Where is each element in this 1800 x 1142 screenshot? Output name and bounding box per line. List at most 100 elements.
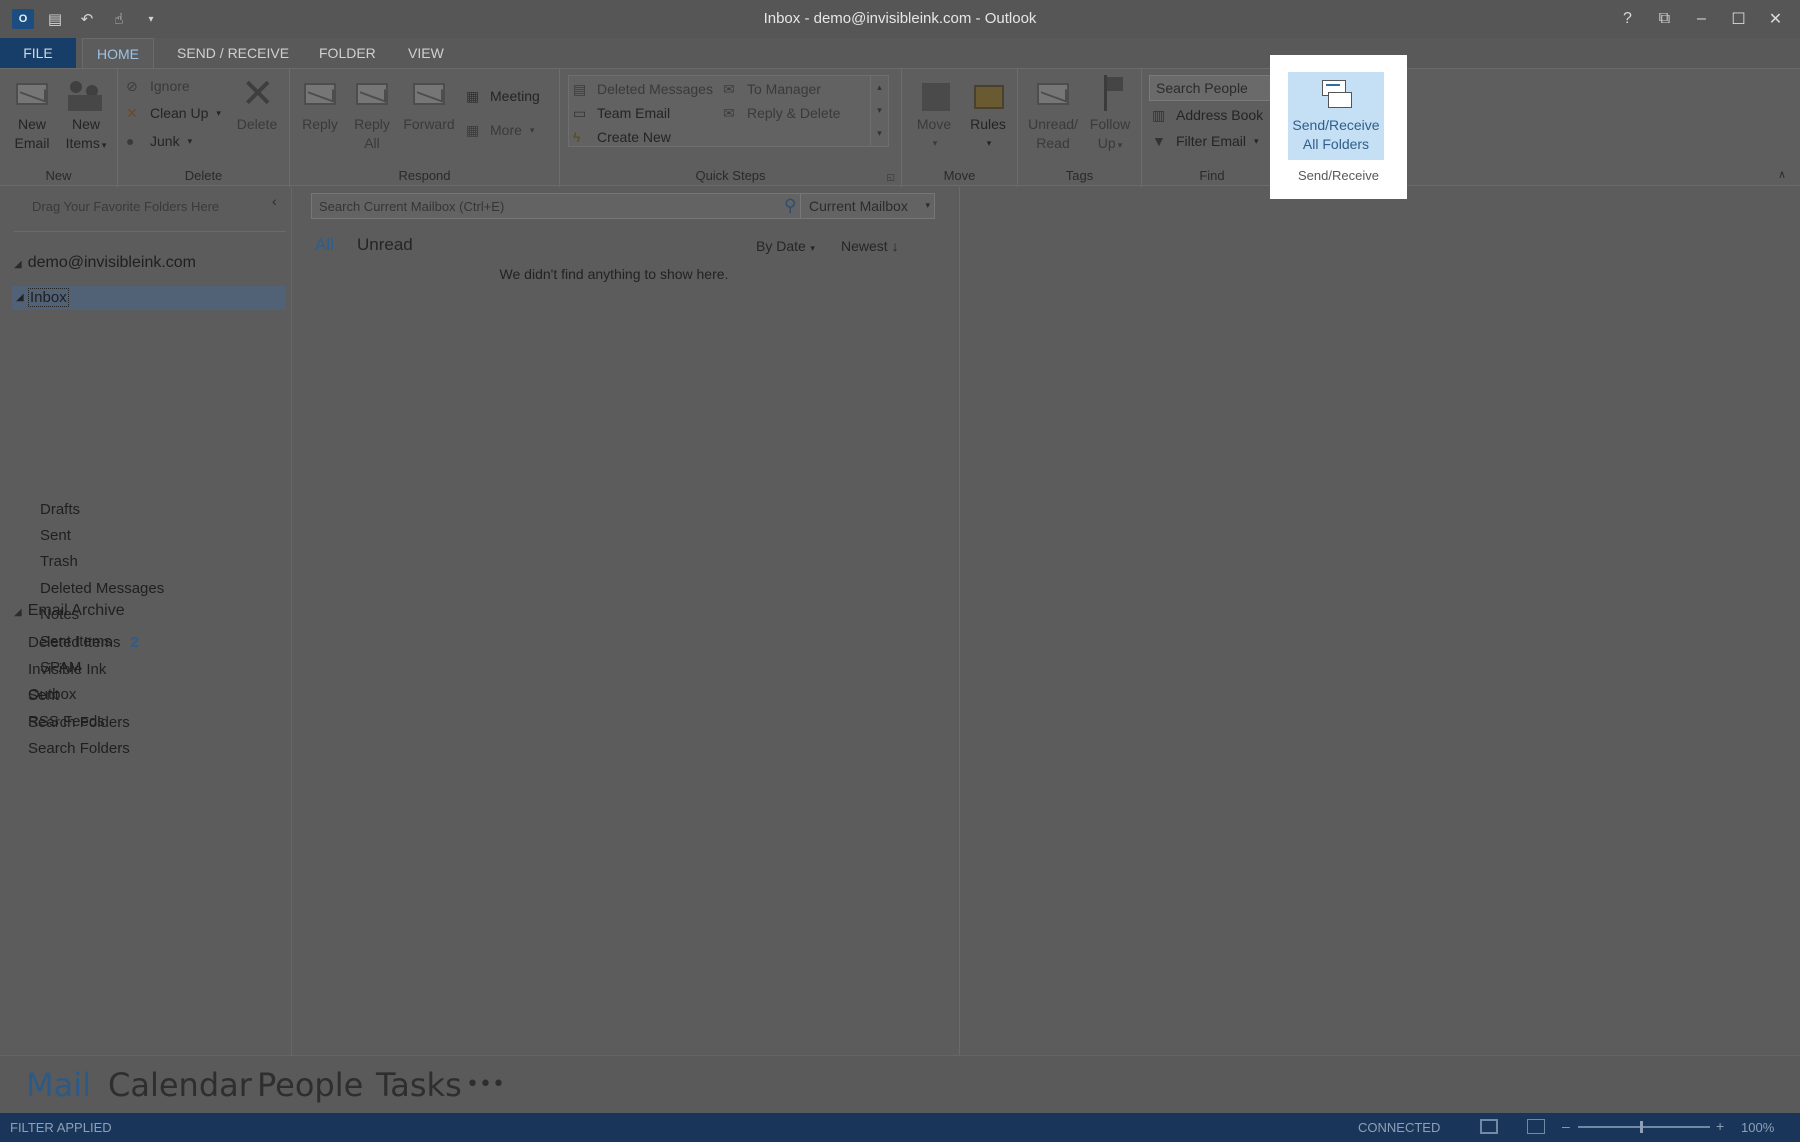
tab-view[interactable]: VIEW xyxy=(394,38,458,68)
filter-email-label: Filter Email xyxy=(1176,133,1247,149)
ignore-icon: ⊘ xyxy=(126,78,138,94)
filter-email-button[interactable]: ▼ Filter Email ▾ xyxy=(1152,130,1259,152)
address-book-button[interactable]: ▥ Address Book xyxy=(1152,104,1263,126)
folder-drafts[interactable]: Drafts xyxy=(40,501,80,518)
archive-folder-invisible-ink[interactable]: Invisible Ink xyxy=(28,661,106,678)
archive-folder-sent-label: Sent xyxy=(28,687,59,704)
reply-icon xyxy=(300,75,340,113)
search-scope-dropdown[interactable]: Current Mailbox ▾ xyxy=(800,194,936,218)
qs-reply-delete[interactable]: ✉ Reply & Delete xyxy=(723,102,840,124)
address-book-label: Address Book xyxy=(1176,107,1264,123)
sort-by-date[interactable]: By Date ▾ xyxy=(756,238,815,254)
search-icon[interactable]: ⚲ xyxy=(784,196,796,216)
more-respond-button[interactable]: ▦ More ▾ xyxy=(466,119,534,141)
qs-team-email[interactable]: ▭ Team Email xyxy=(573,102,670,124)
junk-button[interactable]: ● Junk ▾ xyxy=(126,130,192,152)
ribbon-display-options-icon[interactable]: ⧉ xyxy=(1646,6,1683,32)
forward-button[interactable]: Forward xyxy=(398,75,460,134)
archive-folder-search-folders[interactable]: Search Folders xyxy=(28,714,130,731)
folder-trash[interactable]: Trash xyxy=(40,553,78,570)
help-icon[interactable]: ? xyxy=(1609,6,1646,32)
tab-send-receive[interactable]: SEND / RECEIVE xyxy=(163,38,303,68)
nav-more-icon[interactable]: ••• xyxy=(466,1072,505,1097)
delete-button[interactable]: ✕ Delete xyxy=(230,72,284,134)
address-book-icon: ▥ xyxy=(1152,107,1166,123)
zoom-level[interactable]: 100% xyxy=(1741,1120,1774,1135)
minimize-icon[interactable]: – xyxy=(1683,6,1720,32)
maximize-icon[interactable]: ☐ xyxy=(1720,6,1757,32)
status-bar: FILTER APPLIED CONNECTED – + 100% xyxy=(0,1113,1800,1142)
new-email-button[interactable]: New Email xyxy=(6,75,58,153)
ignore-button[interactable]: ⊘ Ignore xyxy=(126,75,190,97)
zoom-slider[interactable] xyxy=(1578,1126,1710,1128)
unread-read-button[interactable]: Unread/ Read xyxy=(1022,75,1084,153)
follow-up-label-1: Follow xyxy=(1089,116,1131,132)
nav-tasks[interactable]: Tasks xyxy=(376,1066,462,1104)
qs-to-manager[interactable]: ✉ To Manager xyxy=(723,78,821,100)
sort-by-label: By Date xyxy=(756,238,806,254)
send-receive-all-folders-button[interactable]: Send/Receive All Folders xyxy=(1288,72,1384,160)
group-send-receive-label: Send/Receive xyxy=(1298,168,1379,183)
reply-button[interactable]: Reply xyxy=(294,75,346,134)
zoom-in-icon[interactable]: + xyxy=(1716,1118,1724,1134)
collapse-ribbon-icon[interactable]: ∧ xyxy=(1778,168,1786,181)
folder-sent[interactable]: Sent xyxy=(40,527,71,544)
nav-people[interactable]: People xyxy=(257,1066,363,1104)
qs-deleted-messages[interactable]: ▤ Deleted Messages xyxy=(573,78,713,100)
search-people-input[interactable]: Search People xyxy=(1149,75,1277,101)
move-button[interactable]: Move ▾ xyxy=(908,75,960,153)
new-items-button[interactable]: New Items ▾ xyxy=(60,75,112,155)
group-find-label: Find xyxy=(1199,168,1225,183)
zoom-slider-thumb[interactable] xyxy=(1640,1121,1643,1133)
archive-folder-deleted-items[interactable]: Deleted Items 2 xyxy=(28,634,139,651)
zoom-out-icon[interactable]: – xyxy=(1562,1118,1570,1134)
search-mailbox-field[interactable]: Search Current Mailbox (Ctrl+E) ⚲ Curren… xyxy=(311,193,935,219)
folder-inbox[interactable]: ◢ Inbox xyxy=(12,286,286,310)
archive-folder-search-folders-label: Search Folders xyxy=(28,714,130,731)
lightning-icon: ϟ xyxy=(573,129,581,145)
tab-folder[interactable]: FOLDER xyxy=(305,38,390,68)
normal-view-icon[interactable] xyxy=(1480,1119,1498,1134)
junk-label: Junk xyxy=(150,133,180,149)
rules-button[interactable]: Rules ▾ xyxy=(962,75,1014,153)
more-respond-icon: ▦ xyxy=(466,122,480,138)
archive-folder-sent[interactable]: Sent xyxy=(28,687,59,704)
sort-order[interactable]: Newest ↓ xyxy=(841,238,899,254)
account-email-archive[interactable]: ◢ Email Archive xyxy=(14,602,125,620)
nav-mail[interactable]: Mail xyxy=(26,1066,91,1104)
delete-label: Delete xyxy=(236,116,278,132)
title-bar: O ▤ ↶ ☝ ▾ Inbox - demo@invisibleink.com … xyxy=(0,0,1800,38)
meeting-button[interactable]: ▦ Meeting xyxy=(466,85,540,107)
nav-calendar[interactable]: Calendar xyxy=(108,1066,252,1104)
new-items-label-2: Items xyxy=(65,135,100,151)
group-respond: Reply Reply All Forward ▦ Meeting ▦ More… xyxy=(290,69,560,187)
follow-up-button[interactable]: Follow Up ▾ xyxy=(1084,75,1136,155)
group-send-receive: Send/Receive All Folders Send/Receive xyxy=(1270,55,1407,199)
close-icon[interactable]: ✕ xyxy=(1757,6,1794,32)
qs-reply-delete-icon: ✉ xyxy=(723,105,735,121)
clean-up-button[interactable]: ✕ Clean Up ▾ xyxy=(126,102,221,124)
group-tags-label: Tags xyxy=(1065,168,1094,183)
delete-icon: ✕ xyxy=(241,72,275,116)
reply-all-button[interactable]: Reply All xyxy=(346,75,398,153)
quick-steps-scroll[interactable]: ▴ ▾ ▾ xyxy=(870,76,888,146)
clean-up-label: Clean Up xyxy=(150,105,209,121)
favorites-divider xyxy=(14,231,286,232)
tab-home[interactable]: HOME xyxy=(82,38,154,68)
qs-create-new[interactable]: ϟ Create New xyxy=(573,126,671,148)
folder-deleted-messages[interactable]: Deleted Messages xyxy=(40,580,164,597)
folder-search-folders[interactable]: Search Folders xyxy=(28,740,130,757)
filter-unread[interactable]: Unread xyxy=(357,235,413,255)
minimize-folder-pane-icon[interactable]: ‹ xyxy=(272,193,277,209)
account-demo[interactable]: ◢ demo@invisibleink.com xyxy=(14,254,196,272)
dialog-launcher-icon[interactable]: ◱ xyxy=(886,172,895,183)
ignore-label: Ignore xyxy=(150,78,190,94)
unread-read-label-1: Unread/ xyxy=(1028,116,1078,132)
follow-up-label-2: Up xyxy=(1097,135,1116,151)
reading-view-icon[interactable] xyxy=(1527,1119,1545,1134)
folder-trash-label: Trash xyxy=(40,553,78,570)
tab-file[interactable]: FILE xyxy=(0,38,76,68)
account-email-archive-name: Email Archive xyxy=(27,602,125,619)
junk-icon: ● xyxy=(126,133,135,149)
filter-all[interactable]: All xyxy=(315,235,334,255)
